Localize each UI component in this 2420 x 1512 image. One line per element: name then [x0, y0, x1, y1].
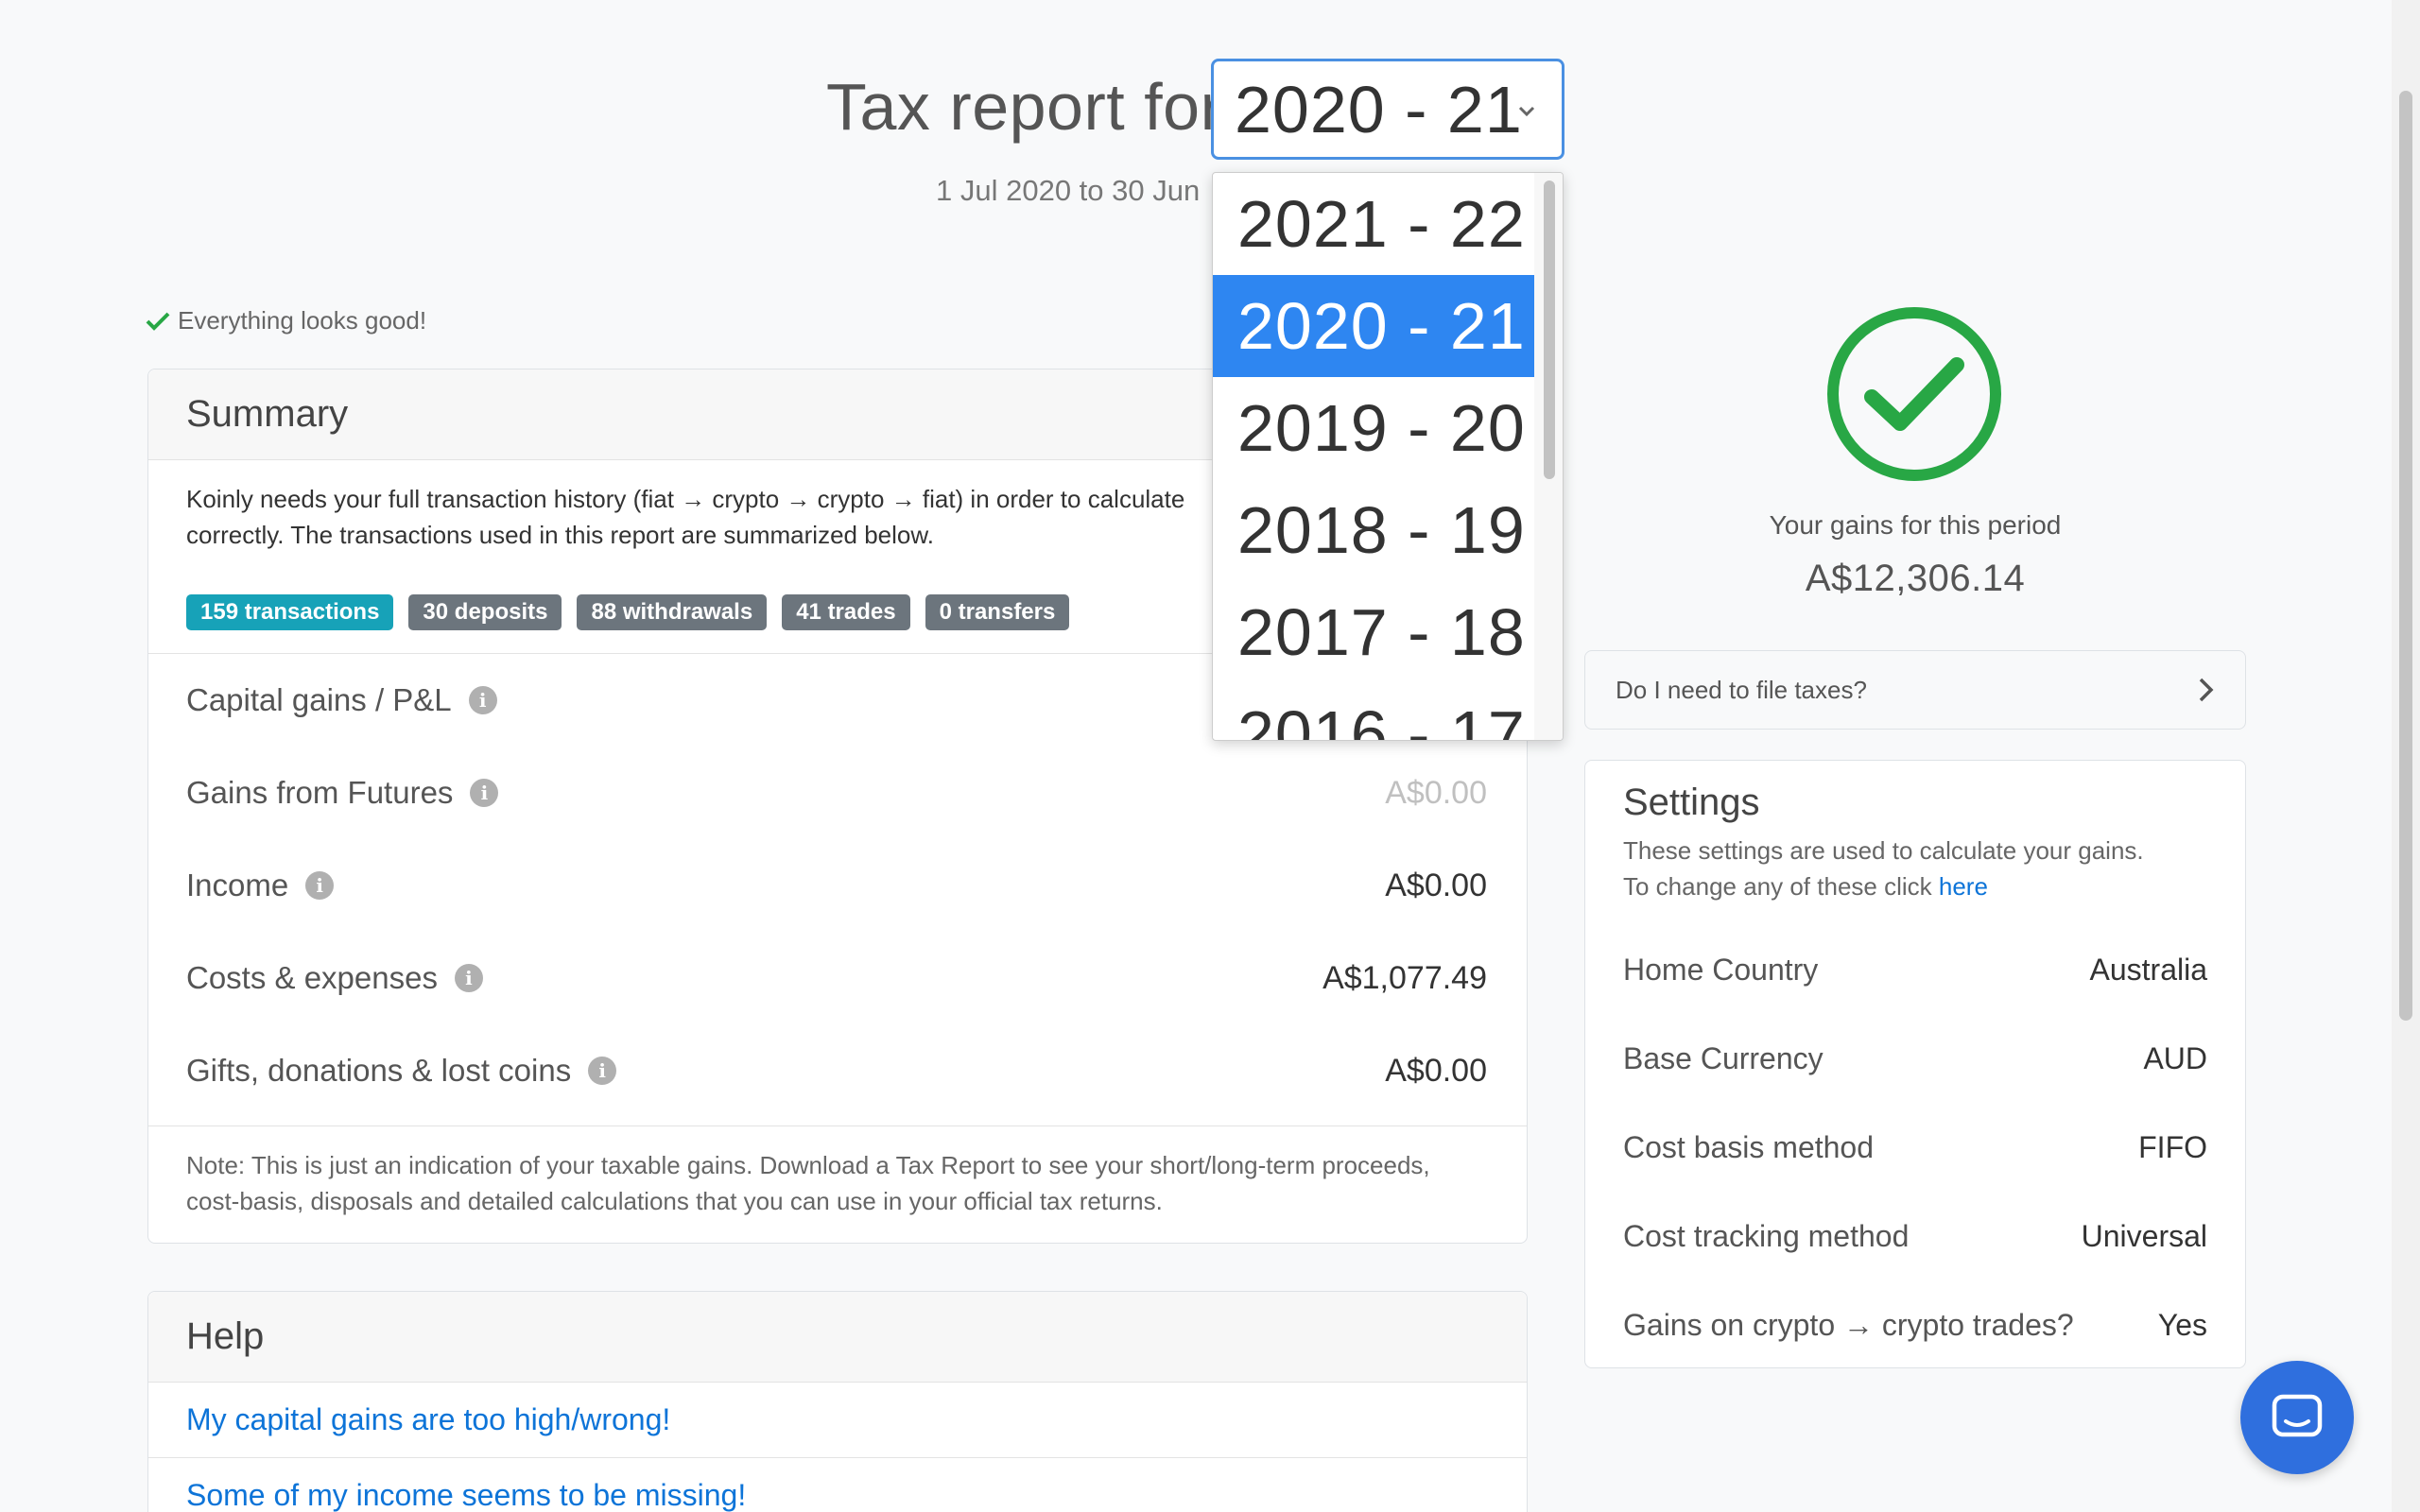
year-option[interactable]: 2019 - 20: [1213, 377, 1536, 479]
summary-row-label: Capital gains / P&L: [186, 682, 452, 717]
year-select[interactable]: 2020 - 21: [1211, 59, 1564, 160]
summary-row-value: A$0.00: [1385, 774, 1487, 811]
info-icon[interactable]: i: [454, 964, 483, 992]
info-icon[interactable]: i: [468, 686, 497, 714]
settings-row-base-currency: Base Currency AUD: [1585, 1014, 2245, 1103]
settings-title: Settings: [1623, 782, 1760, 823]
badge-trades[interactable]: 41 trades: [782, 594, 910, 630]
settings-row-crypto-gains: Gains on crypto → crypto trades? Yes: [1585, 1280, 2245, 1369]
settings-key: Base Currency: [1623, 1040, 1824, 1075]
help-title: Help: [148, 1292, 1527, 1383]
settings-rows: Home Country Australia Base Currency AUD…: [1585, 925, 2245, 1369]
summary-row-gifts: Gifts, donations & lost coins i A$0.00: [148, 1024, 1527, 1117]
settings-description-line: To change any of these click: [1623, 872, 1932, 901]
page-scroll-thumb[interactable]: [2399, 91, 2412, 1021]
chat-button[interactable]: [2240, 1361, 2354, 1474]
summary-description-line: correctly. The transactions used in this…: [186, 521, 934, 549]
settings-row-home-country: Home Country Australia: [1585, 925, 2245, 1014]
year-option[interactable]: 2018 - 19: [1213, 479, 1536, 581]
dropdown-scrollbar[interactable]: [1534, 173, 1563, 740]
summary-note: Note: This is just an indication of your…: [148, 1125, 1527, 1219]
help-link[interactable]: Some of my income seems to be missing!: [148, 1458, 1527, 1512]
gains-value: A$12,306.14: [1805, 558, 2026, 599]
settings-row-cost-tracking: Cost tracking method Universal: [1585, 1192, 2245, 1280]
summary-row-label: Gains from Futures: [186, 775, 454, 810]
settings-key: Gains on crypto → crypto trades?: [1623, 1307, 2074, 1342]
file-taxes-button[interactable]: Do I need to file taxes?: [1584, 650, 2246, 730]
year-option-selected[interactable]: 2020 - 21: [1213, 275, 1536, 377]
page-scrollbar[interactable]: [2392, 0, 2420, 1512]
chat-icon: [2272, 1394, 2323, 1437]
summary-row-costs: Costs & expenses i A$1,077.49: [148, 932, 1527, 1024]
year-option[interactable]: 2021 - 22: [1213, 173, 1536, 275]
summary-row-label: Income: [186, 868, 289, 902]
file-taxes-label: Do I need to file taxes?: [1616, 675, 1867, 704]
date-range: 1 Jul 2020 to 30 Jun: [936, 174, 1201, 207]
summary-description-line: Koinly needs your full transaction histo…: [186, 485, 1185, 513]
settings-value: FIFO: [2138, 1129, 2207, 1164]
badge-transfers[interactable]: 0 transfers: [925, 594, 1070, 630]
settings-row-cost-basis: Cost basis method FIFO: [1585, 1103, 2245, 1192]
year-select-value: 2020 - 21: [1235, 72, 1523, 146]
settings-key: Cost tracking method: [1623, 1218, 1910, 1253]
year-option[interactable]: 2016 - 17: [1213, 683, 1536, 740]
gains-label: Your gains for this period: [1769, 510, 2062, 540]
summary-note-line: cost-basis, disposals and detailed calcu…: [186, 1187, 1163, 1215]
year-option[interactable]: 2017 - 18: [1213, 581, 1536, 683]
year-dropdown-list[interactable]: 2021 - 22 2020 - 21 2019 - 20 2018 - 19 …: [1212, 172, 1564, 741]
settings-value: Australia: [2089, 952, 2208, 987]
badge-transactions[interactable]: 159 transactions: [186, 594, 394, 630]
status-text: Everything looks good!: [178, 306, 427, 335]
help-card: Help My capital gains are too high/wrong…: [147, 1291, 1528, 1512]
check-icon: [146, 312, 170, 331]
settings-key: Cost basis method: [1623, 1129, 1875, 1164]
settings-change-link[interactable]: here: [1939, 872, 1988, 901]
summary-row-value: A$0.00: [1385, 867, 1487, 903]
chevron-down-icon: [1518, 106, 1535, 117]
summary-row-value: A$1,077.49: [1322, 959, 1487, 996]
info-icon[interactable]: i: [305, 871, 335, 900]
settings-card: Settings These settings are used to calc…: [1584, 760, 2246, 1368]
summary-row-income: Income i A$0.00: [148, 839, 1527, 932]
transaction-badges: 159 transactions 30 deposits 88 withdraw…: [186, 594, 1070, 630]
settings-value: Yes: [2157, 1307, 2207, 1342]
chevron-right-icon: [2199, 678, 2214, 702]
success-check-icon: [1827, 307, 2001, 481]
summary-row-label: Gifts, donations & lost coins: [186, 1053, 572, 1088]
settings-value: AUD: [2143, 1040, 2207, 1075]
settings-value: Universal: [2081, 1218, 2207, 1253]
page-title: Tax report for: [826, 70, 1223, 144]
summary-row-futures: Gains from Futures i A$0.00: [148, 747, 1527, 839]
info-icon[interactable]: i: [588, 1057, 617, 1085]
status-message: Everything looks good!: [146, 306, 426, 335]
summary-note-line: Note: This is just an indication of your…: [186, 1151, 1430, 1179]
summary-row-value: A$0.00: [1385, 1052, 1487, 1089]
help-link[interactable]: My capital gains are too high/wrong!: [148, 1383, 1527, 1458]
summary-description: Koinly needs your full transaction histo…: [186, 481, 1358, 553]
settings-description: These settings are used to calculate you…: [1623, 833, 2228, 904]
badge-deposits[interactable]: 30 deposits: [408, 594, 562, 630]
info-icon[interactable]: i: [470, 779, 499, 807]
summary-row-label: Costs & expenses: [186, 960, 438, 995]
settings-key: Home Country: [1623, 952, 1819, 987]
badge-withdrawals[interactable]: 88 withdrawals: [577, 594, 768, 630]
settings-description-line: These settings are used to calculate you…: [1623, 836, 2144, 865]
dropdown-scroll-thumb[interactable]: [1544, 180, 1555, 479]
